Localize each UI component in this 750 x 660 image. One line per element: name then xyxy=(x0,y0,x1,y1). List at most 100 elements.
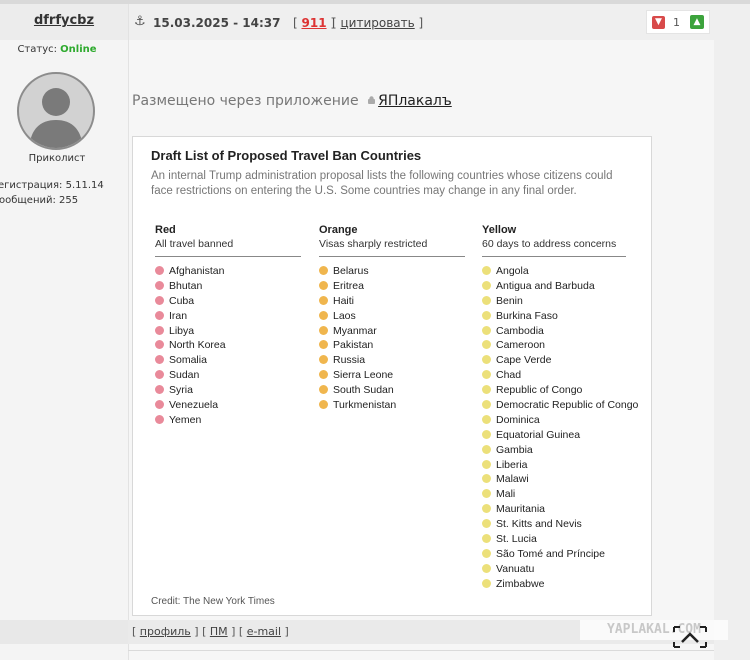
quote-link[interactable]: цитировать xyxy=(341,16,415,30)
post-number-link[interactable]: 911 xyxy=(302,16,327,30)
color-dot-icon xyxy=(482,280,491,290)
list-item: Venezuela xyxy=(155,398,301,413)
list-item: Somalia xyxy=(155,353,301,368)
profile-link[interactable]: профиль xyxy=(140,625,191,638)
column-desc: All travel banned xyxy=(155,238,234,250)
list-item: Sierra Leone xyxy=(319,368,465,383)
country-name: South Sudan xyxy=(333,384,394,397)
column-orange: Orange Visas sharply restricted Belarus E… xyxy=(319,224,465,413)
list-item: Equatorial Guinea xyxy=(482,428,626,443)
column-desc: Visas sharply restricted xyxy=(319,238,428,250)
country-list: Belarus Eritrea Haiti Laos Myanmar Pakistan Ru… xyxy=(319,264,465,413)
list-item: Cameroon xyxy=(482,338,626,353)
country-name: Russia xyxy=(333,354,366,367)
country-name: Turkmenistan xyxy=(333,399,397,412)
anchor-icon[interactable]: ⚓ xyxy=(134,14,146,29)
country-name: Libya xyxy=(169,324,195,337)
list-item: Liberia xyxy=(482,458,626,473)
list-item: Mauritania xyxy=(482,502,626,517)
country-name: Burkina Faso xyxy=(496,309,558,322)
country-name: Cameroon xyxy=(496,339,546,352)
country-name: Belarus xyxy=(333,265,369,277)
vote-count: 1 xyxy=(673,16,680,29)
list-item: Dominica xyxy=(482,413,626,428)
color-dot-icon xyxy=(155,385,164,395)
country-name: Liberia xyxy=(496,458,528,471)
android-icon xyxy=(368,96,376,104)
card-title: Draft List of Proposed Travel Ban Countr… xyxy=(151,148,422,163)
country-name: Syria xyxy=(169,384,193,397)
list-item: Vanuatu xyxy=(482,562,626,577)
color-dot-icon xyxy=(482,459,491,469)
color-dot-icon xyxy=(155,325,164,335)
column-desc: 60 days to address concerns xyxy=(482,238,617,250)
column-rule xyxy=(482,256,626,257)
thumbs-down-icon[interactable]: ▼ xyxy=(652,16,665,29)
list-item: Cuba xyxy=(155,294,301,309)
thumbs-up-icon[interactable]: ▲ xyxy=(690,15,704,29)
list-item: South Sudan xyxy=(319,383,465,398)
country-name: Haiti xyxy=(333,294,355,307)
country-name: Laos xyxy=(333,309,356,322)
app-link[interactable]: ЯПлакалъ xyxy=(378,93,452,109)
travel-ban-image: Draft List of Proposed Travel Ban Countr… xyxy=(132,136,652,616)
list-item: Sudan xyxy=(155,368,301,383)
list-item: Antigua and Barbuda xyxy=(482,279,626,294)
list-item: Pakistan xyxy=(319,338,465,353)
email-link[interactable]: e-mail xyxy=(247,625,281,638)
pm-link[interactable]: ПМ xyxy=(210,625,228,638)
country-name: St. Kitts and Nevis xyxy=(496,518,582,531)
list-item: Chad xyxy=(482,368,626,383)
color-dot-icon xyxy=(155,340,164,350)
list-item: Belarus xyxy=(319,264,465,279)
color-dot-icon xyxy=(482,400,491,410)
list-item: North Korea xyxy=(155,338,301,353)
list-item: Democratic Republic of Congo xyxy=(482,398,638,413)
list-item: Burkina Faso xyxy=(482,309,626,324)
list-item: Malawi xyxy=(482,472,626,487)
list-item: Haiti xyxy=(319,294,465,309)
list-item: Turkmenistan xyxy=(319,398,465,413)
registration-date: Регистрация: 5.11.14 xyxy=(0,180,104,191)
color-dot-icon xyxy=(482,310,491,320)
country-name: Vanuatu xyxy=(496,562,535,575)
post-number: [ 911 ] xyxy=(293,16,336,30)
color-dot-icon xyxy=(482,489,491,499)
username-link[interactable]: dfrfycbz xyxy=(0,13,128,28)
list-item: St. Kitts and Nevis xyxy=(482,517,626,532)
avatar[interactable] xyxy=(17,72,95,150)
color-dot-icon xyxy=(482,504,491,514)
country-name: Zimbabwe xyxy=(496,577,545,590)
color-dot-icon xyxy=(319,400,328,410)
list-item: Cape Verde xyxy=(482,353,626,368)
country-name: Eritrea xyxy=(333,279,364,292)
vote-box: ▼ 1 ▲ xyxy=(646,10,710,34)
color-dot-icon xyxy=(482,429,491,439)
scroll-top-icon[interactable] xyxy=(673,626,707,648)
color-dot-icon xyxy=(155,266,164,275)
color-dot-icon xyxy=(155,355,164,365)
country-name: Dominica xyxy=(496,413,540,426)
list-item: Mali xyxy=(482,487,626,502)
country-name: Somalia xyxy=(169,354,207,367)
color-dot-icon xyxy=(155,295,164,305)
status-online-badge: Online xyxy=(60,44,97,55)
list-item: Laos xyxy=(319,309,465,324)
column-rule xyxy=(319,256,465,257)
color-dot-icon xyxy=(482,534,491,544)
posted-via-text: Размещено через приложение xyxy=(132,93,359,109)
image-credit: Credit: The New York Times xyxy=(151,596,275,607)
color-dot-icon xyxy=(482,295,491,305)
country-name: North Korea xyxy=(169,339,226,352)
color-dot-icon xyxy=(482,548,491,558)
footer-left xyxy=(0,620,128,644)
color-dot-icon xyxy=(319,295,328,305)
country-name: Equatorial Guinea xyxy=(496,428,581,441)
list-item: Cambodia xyxy=(482,324,626,339)
color-dot-icon xyxy=(155,400,164,410)
list-item: Republic of Congo xyxy=(482,383,626,398)
country-name: Gambia xyxy=(496,443,533,456)
list-item: Afghanistan xyxy=(155,264,301,279)
color-dot-icon xyxy=(319,310,328,320)
column-divider xyxy=(128,4,129,660)
